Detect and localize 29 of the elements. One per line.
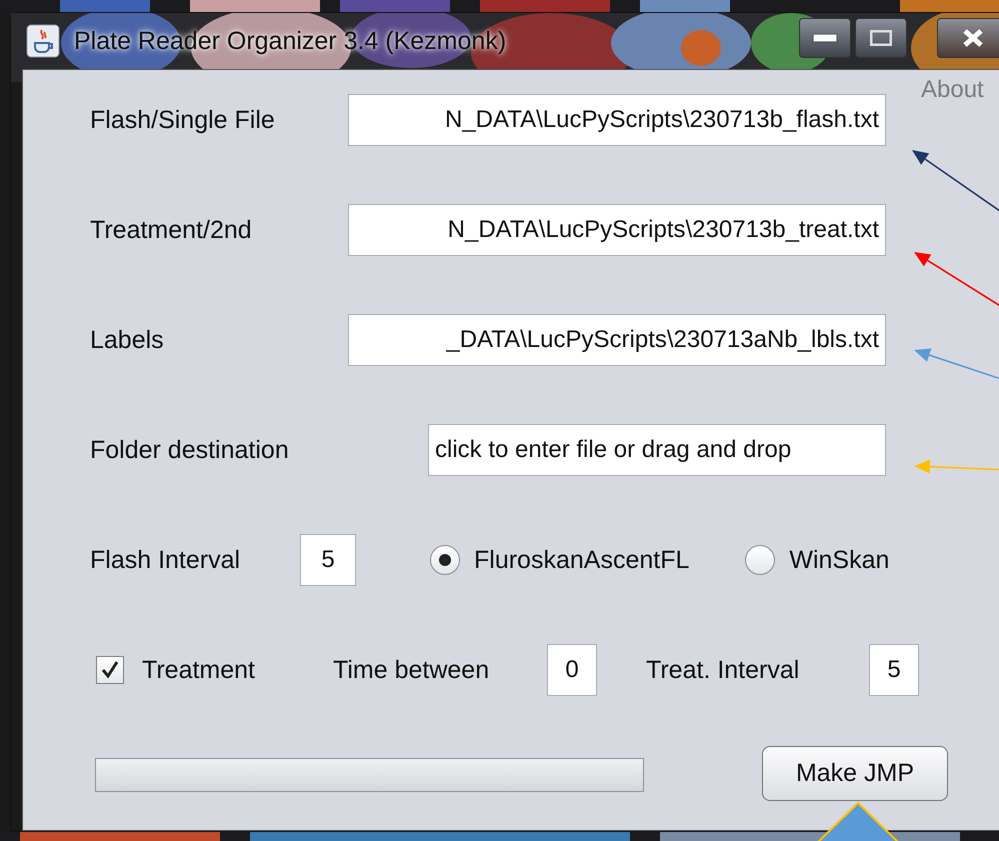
field-label: Treat. Interval bbox=[646, 656, 800, 684]
file-path-field[interactable]: N_DATA\LucPyScripts\230713b_flash.txt bbox=[348, 94, 886, 146]
checkbox[interactable] bbox=[96, 656, 124, 684]
treatment-checkbox-option[interactable]: Treatment bbox=[96, 656, 256, 684]
file-path-field[interactable]: click to enter file or drag and drop bbox=[428, 424, 886, 476]
close-button[interactable] bbox=[937, 18, 999, 58]
check-icon bbox=[100, 660, 120, 680]
file-path-field[interactable]: _DATA\LucPyScripts\230713aNb_lbls.txt bbox=[348, 314, 886, 366]
minimize-button[interactable] bbox=[799, 18, 851, 58]
radio-button[interactable] bbox=[430, 545, 460, 575]
file-path-field[interactable]: N_DATA\LucPyScripts\230713b_treat.txt bbox=[348, 204, 886, 256]
radio-button[interactable] bbox=[745, 545, 776, 575]
maximize-button[interactable] bbox=[855, 18, 907, 58]
field-label: Flash/Single File bbox=[90, 106, 276, 134]
close-icon bbox=[962, 28, 984, 48]
minimize-icon bbox=[813, 34, 837, 42]
radio-option[interactable]: WinSkan bbox=[745, 545, 890, 575]
field-label: Flash Interval bbox=[90, 546, 242, 574]
treat-interval-field[interactable]: 5 bbox=[869, 644, 920, 696]
field-label: Folder destination bbox=[90, 436, 290, 464]
maximize-icon bbox=[870, 30, 892, 46]
radio-option[interactable]: FluroskanAscentFL bbox=[430, 545, 690, 575]
field-label: Treatment/2nd bbox=[90, 216, 253, 244]
interval-field[interactable]: 5 bbox=[300, 534, 356, 586]
time-between-field[interactable]: 0 bbox=[547, 644, 598, 696]
make-jmp-button[interactable]: Make JMP bbox=[762, 746, 948, 801]
field-label: Labels bbox=[90, 326, 165, 354]
java-cup-icon bbox=[26, 24, 60, 58]
field-label: Time between bbox=[333, 656, 490, 684]
